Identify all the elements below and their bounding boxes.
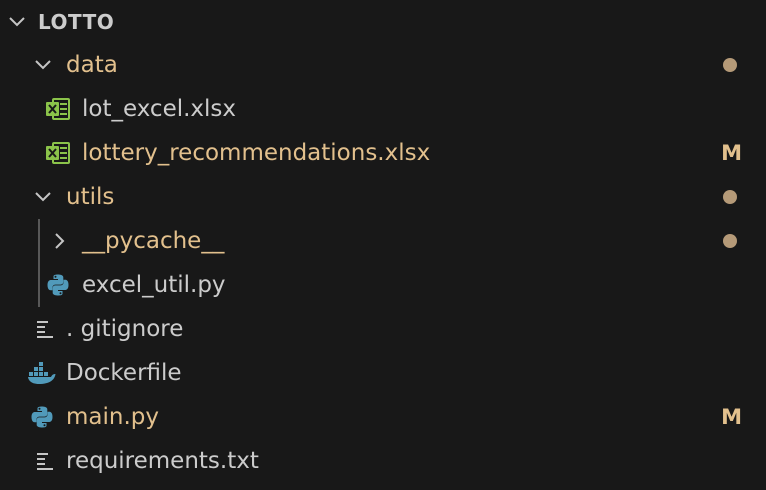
chevron-down-icon bbox=[6, 11, 28, 33]
file-explorer: LOTTO data lot_excel.xlsx lottery_recomm… bbox=[0, 0, 766, 490]
python-icon bbox=[46, 273, 72, 299]
tree-item-label: lot_excel.xlsx bbox=[82, 96, 237, 122]
tree-item-label: requirements.txt bbox=[66, 448, 259, 474]
tree-item-utils[interactable]: utils bbox=[0, 175, 766, 219]
tree-item-label: Dockerfile bbox=[66, 360, 182, 386]
tree-item-label: . gitignore bbox=[66, 316, 184, 342]
tree-item-label: main.py bbox=[66, 404, 159, 430]
tree-item-lot-excel[interactable]: lot_excel.xlsx bbox=[0, 87, 766, 131]
tree-item-label: __pycache__ bbox=[82, 228, 225, 254]
lines-icon bbox=[34, 449, 60, 475]
tree-item-dockerfile[interactable]: Dockerfile bbox=[0, 351, 766, 395]
excel-icon bbox=[45, 140, 71, 166]
tree-item-main-py[interactable]: main.py M bbox=[0, 395, 766, 439]
git-modified-badge: M bbox=[721, 405, 742, 429]
modified-dot-icon bbox=[723, 234, 737, 248]
tree-item-label: lottery_recommendations.xlsx bbox=[82, 140, 431, 166]
tree-item-gitignore[interactable]: . gitignore bbox=[0, 307, 766, 351]
python-icon bbox=[30, 405, 56, 431]
docker-icon bbox=[27, 361, 57, 387]
git-modified-badge: M bbox=[721, 141, 742, 165]
tree-item-excel-util[interactable]: excel_util.py bbox=[0, 263, 766, 307]
lines-icon bbox=[34, 317, 60, 343]
tree-item-data[interactable]: data bbox=[0, 43, 766, 87]
excel-icon bbox=[45, 96, 71, 122]
tree-item-lottery-recommendations[interactable]: lottery_recommendations.xlsx M bbox=[0, 131, 766, 175]
modified-dot-icon bbox=[723, 190, 737, 204]
tree-item-pycache[interactable]: __pycache__ bbox=[0, 219, 766, 263]
chevron-down-icon bbox=[32, 54, 54, 76]
chevron-right-icon bbox=[49, 230, 71, 252]
modified-dot-icon bbox=[723, 58, 737, 72]
tree-item-requirements[interactable]: requirements.txt bbox=[0, 439, 766, 483]
chevron-down-icon bbox=[32, 186, 54, 208]
explorer-root-lotto[interactable]: LOTTO bbox=[0, 0, 766, 44]
tree-item-label: utils bbox=[66, 184, 115, 210]
root-label: LOTTO bbox=[38, 10, 115, 34]
tree-item-label: excel_util.py bbox=[82, 272, 226, 298]
tree-item-label: data bbox=[66, 52, 118, 78]
